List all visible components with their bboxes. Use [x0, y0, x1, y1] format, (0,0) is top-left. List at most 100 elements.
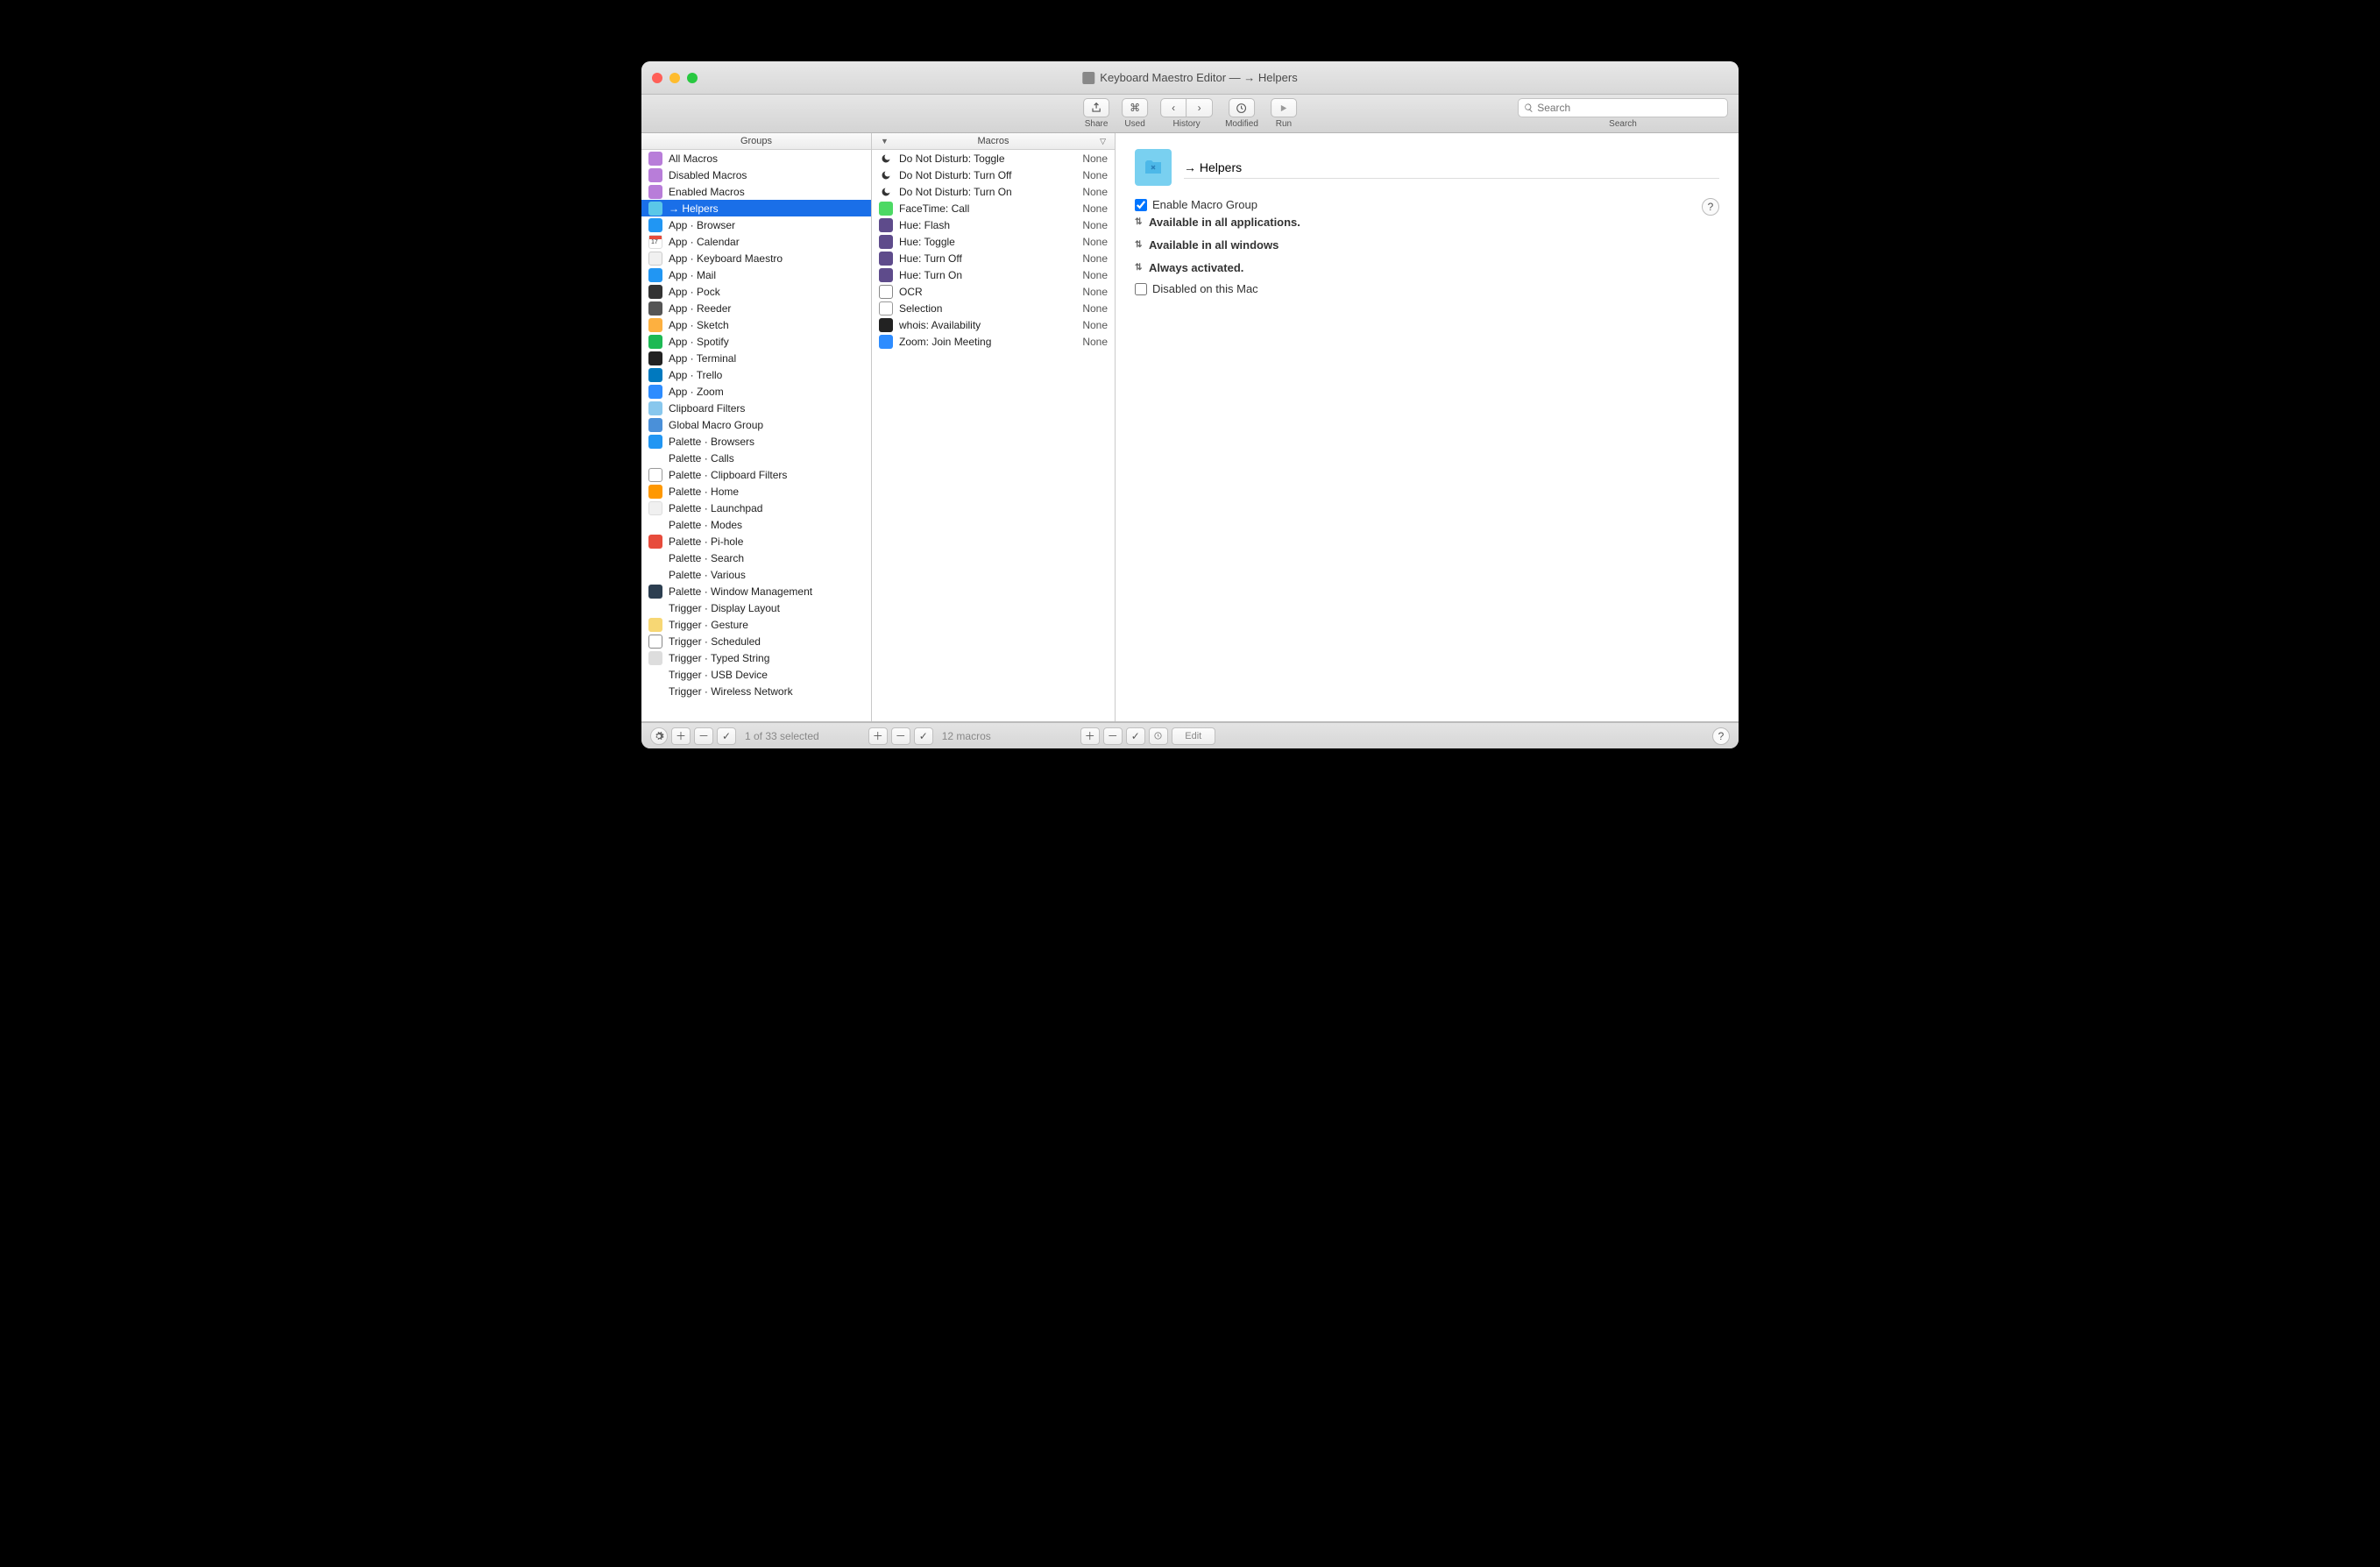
macro-row[interactable]: SelectionNone: [872, 300, 1115, 316]
groups-header[interactable]: Groups: [641, 133, 871, 150]
group-icon: [648, 651, 662, 665]
macro-row[interactable]: OCRNone: [872, 283, 1115, 300]
groups-remove-button[interactable]: －: [694, 727, 713, 745]
group-row[interactable]: Palette · Search: [641, 550, 871, 566]
run-button[interactable]: [1271, 98, 1297, 117]
expand-apps-icon[interactable]: ⇅: [1135, 217, 1144, 227]
group-row[interactable]: Palette · Pi-hole: [641, 533, 871, 550]
macro-row[interactable]: Do Not Disturb: Turn OffNone: [872, 167, 1115, 183]
group-row[interactable]: App · Terminal: [641, 350, 871, 366]
group-label: Palette · Calls: [669, 452, 734, 464]
always-activated-label[interactable]: Always activated.: [1149, 261, 1243, 274]
group-row[interactable]: Palette · Clipboard Filters: [641, 466, 871, 483]
macro-trigger: None: [1082, 336, 1108, 348]
group-row[interactable]: Global Macro Group: [641, 416, 871, 433]
group-row[interactable]: → Helpers: [641, 200, 871, 216]
groups-enable-button[interactable]: ✓: [717, 727, 736, 745]
group-row[interactable]: Trigger · Gesture: [641, 616, 871, 633]
footer-help-button[interactable]: ?: [1712, 727, 1730, 745]
macro-trigger: None: [1082, 169, 1108, 181]
group-row[interactable]: Palette · Modes: [641, 516, 871, 533]
history-back-button[interactable]: ‹: [1160, 98, 1186, 117]
available-apps-label[interactable]: Available in all applications.: [1149, 216, 1300, 229]
group-label: Palette · Clipboard Filters: [669, 469, 787, 481]
macros-remove-button[interactable]: －: [891, 727, 910, 745]
macro-row[interactable]: FaceTime: CallNone: [872, 200, 1115, 216]
group-row[interactable]: Palette · Home: [641, 483, 871, 500]
groups-add-button[interactable]: ＋: [671, 727, 691, 745]
group-row[interactable]: Clipboard Filters: [641, 400, 871, 416]
macro-row[interactable]: Zoom: Join MeetingNone: [872, 333, 1115, 350]
share-button[interactable]: [1083, 98, 1109, 117]
group-row[interactable]: App · Zoom: [641, 383, 871, 400]
groups-list[interactable]: All MacrosDisabled Macros Enabled Macros →…: [641, 150, 871, 721]
group-row[interactable]: App · Trello: [641, 366, 871, 383]
group-row[interactable]: Trigger · Display Layout: [641, 599, 871, 616]
group-row[interactable]: App · Pock: [641, 283, 871, 300]
sort-filter-icon[interactable]: ▽: [1100, 137, 1106, 146]
groups-gear-button[interactable]: [650, 727, 668, 745]
group-label: Enabled Macros: [669, 186, 745, 198]
macros-enable-button[interactable]: ✓: [914, 727, 933, 745]
macro-row[interactable]: Do Not Disturb: ToggleNone: [872, 150, 1115, 167]
macro-row[interactable]: Hue: Turn OnNone: [872, 266, 1115, 283]
group-row[interactable]: All Macros: [641, 150, 871, 167]
group-row[interactable]: App · Calendar: [641, 233, 871, 250]
group-row[interactable]: Palette · Various: [641, 566, 871, 583]
group-row[interactable]: Palette · Launchpad: [641, 500, 871, 516]
group-row[interactable]: App · Browser: [641, 216, 871, 233]
group-row[interactable]: Trigger · Scheduled: [641, 633, 871, 649]
group-row[interactable]: Palette · Calls: [641, 450, 871, 466]
macro-row[interactable]: whois: AvailabilityNone: [872, 316, 1115, 333]
group-row[interactable]: App · Spotify: [641, 333, 871, 350]
help-button[interactable]: ?: [1702, 198, 1719, 216]
macro-icon: [879, 235, 893, 249]
disabled-mac-checkbox[interactable]: [1135, 283, 1147, 295]
group-icon[interactable]: [1135, 149, 1172, 186]
group-row[interactable]: Palette · Browsers: [641, 433, 871, 450]
modified-button[interactable]: [1229, 98, 1255, 117]
used-button[interactable]: ⌘: [1122, 98, 1148, 117]
group-row[interactable]: Trigger · USB Device: [641, 666, 871, 683]
expand-windows-icon[interactable]: ⇅: [1135, 240, 1144, 250]
edit-button[interactable]: Edit: [1172, 727, 1215, 745]
run-label: Run: [1276, 119, 1292, 129]
group-row[interactable]: App · Reeder: [641, 300, 871, 316]
group-row[interactable]: App · Keyboard Maestro: [641, 250, 871, 266]
macro-row[interactable]: Hue: ToggleNone: [872, 233, 1115, 250]
macro-label: Do Not Disturb: Toggle: [899, 152, 1005, 165]
group-row[interactable]: Enabled Macros: [641, 183, 871, 200]
detail-add-button[interactable]: ＋: [1080, 727, 1100, 745]
search-input[interactable]: [1537, 102, 1722, 114]
macros-header[interactable]: ▼ Macros ▽: [872, 133, 1115, 150]
detail-record-button[interactable]: [1149, 727, 1168, 745]
group-label: App · Pock: [669, 286, 720, 298]
maximize-button[interactable]: [687, 73, 698, 83]
macros-list[interactable]: Do Not Disturb: ToggleNoneDo Not Disturb…: [872, 150, 1115, 721]
macro-row[interactable]: Hue: FlashNone: [872, 216, 1115, 233]
sort-desc-icon[interactable]: ▼: [881, 137, 889, 145]
group-icon: [648, 418, 662, 432]
detail-remove-button[interactable]: －: [1103, 727, 1123, 745]
group-label: Trigger · USB Device: [669, 669, 768, 681]
detail-enable-button[interactable]: ✓: [1126, 727, 1145, 745]
history-forward-button[interactable]: ›: [1186, 98, 1213, 117]
group-row[interactable]: Disabled Macros: [641, 167, 871, 183]
macros-add-button[interactable]: ＋: [868, 727, 888, 745]
close-button[interactable]: [652, 73, 662, 83]
group-row[interactable]: App · Mail: [641, 266, 871, 283]
expand-activated-icon[interactable]: ⇅: [1135, 263, 1144, 273]
group-row[interactable]: Palette · Window Management: [641, 583, 871, 599]
minimize-button[interactable]: [669, 73, 680, 83]
search-field[interactable]: [1518, 98, 1728, 117]
macro-row[interactable]: Hue: Turn OffNone: [872, 250, 1115, 266]
group-row[interactable]: Trigger · Wireless Network: [641, 683, 871, 699]
group-label: App · Trello: [669, 369, 722, 381]
group-row[interactable]: App · Sketch: [641, 316, 871, 333]
group-row[interactable]: Trigger · Typed String: [641, 649, 871, 666]
enable-group-checkbox[interactable]: [1135, 199, 1147, 211]
macro-row[interactable]: Do Not Disturb: Turn OnNone: [872, 183, 1115, 200]
group-name-input[interactable]: [1184, 157, 1719, 179]
group-label: Trigger · Scheduled: [669, 635, 761, 648]
available-windows-label[interactable]: Available in all windows: [1149, 238, 1279, 252]
